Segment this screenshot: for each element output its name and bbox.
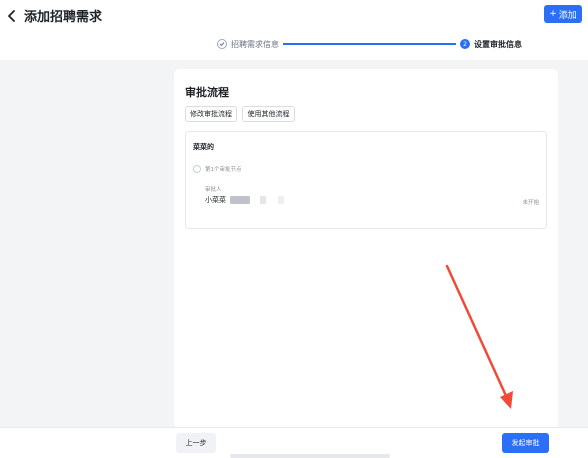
scroll-indicator — [230, 454, 390, 458]
step-1-label: 招聘需求信息 — [231, 39, 279, 49]
chevron-left-icon — [8, 9, 15, 22]
step-connector — [283, 43, 456, 45]
step-1[interactable]: 招聘需求信息 — [217, 39, 279, 50]
approver-name: 小菜菜 — [205, 196, 226, 204]
approval-card: 审批流程 修改审批流程 使用其他流程 菜菜的 第1个审批节点 审批人 小菜菜 未… — [174, 69, 558, 429]
node-status: 未开始 — [522, 200, 539, 206]
add-button[interactable]: + 添加 — [544, 5, 582, 23]
plus-icon: + — [549, 9, 557, 19]
flow-box: 菜菜的 第1个审批节点 审批人 小菜菜 未开始 — [185, 131, 547, 229]
step-2[interactable]: 2 设置审批信息 — [460, 39, 522, 50]
flow-name: 菜菜的 — [193, 143, 214, 151]
step-2-label: 设置审批信息 — [474, 39, 522, 49]
top-header: 添加招聘需求 + 添加 招聘需求信息 2 设置审批信息 — [0, 0, 588, 60]
redacted-block — [260, 196, 266, 204]
modify-flow-button[interactable]: 修改审批流程 — [185, 106, 237, 122]
redacted-block — [230, 196, 250, 204]
back-button[interactable]: 添加招聘需求 — [6, 6, 102, 25]
prev-step-button[interactable]: 上一步 — [176, 433, 216, 453]
approver: 小菜菜 — [205, 195, 284, 205]
redacted-block — [278, 196, 284, 204]
approver-label: 审批人 — [205, 187, 222, 193]
submit-approval-button[interactable]: 发起审批 — [502, 433, 549, 453]
card-title: 审批流程 — [185, 86, 229, 99]
node-status-icon — [193, 165, 201, 173]
check-icon — [217, 39, 227, 49]
node-label: 第1个审批节点 — [205, 167, 242, 173]
stepper: 招聘需求信息 2 设置审批信息 — [217, 37, 522, 51]
add-button-label: 添加 — [558, 10, 577, 21]
step-2-number: 2 — [460, 39, 470, 49]
use-other-flow-button[interactable]: 使用其他流程 — [242, 106, 295, 122]
page-title: 添加招聘需求 — [24, 10, 103, 25]
